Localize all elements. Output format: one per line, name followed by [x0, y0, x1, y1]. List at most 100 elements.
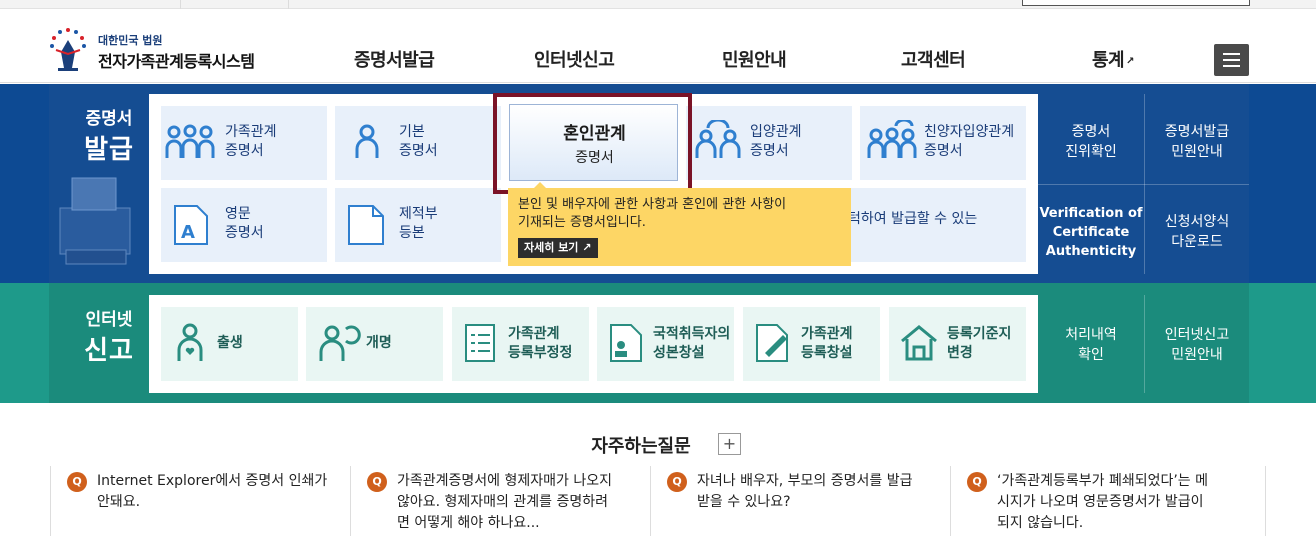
- card-label: 가족관계 등록부정정: [508, 325, 572, 363]
- rename-icon: [319, 325, 361, 361]
- form-download-button[interactable]: 신청서양식다운로드: [1145, 192, 1249, 272]
- faq-more-button[interactable]: +: [718, 433, 741, 455]
- faq-text: 가족관계증명서에 형제자매가 나오지 않아요. 형제자매의 관계를 증명하려 면 어…: [397, 471, 637, 534]
- card-label-line1: 입양관계: [750, 124, 802, 140]
- card-label: 친양자입양관계 증명서: [924, 123, 1014, 161]
- faq-line3: 되지 않습니다.: [997, 515, 1084, 531]
- card-basic-certificate[interactable]: 기본증명서: [335, 106, 501, 180]
- card-adoption[interactable]: 입양관계 증명서: [686, 106, 852, 180]
- faq-title: 자주하는질문: [0, 432, 1316, 458]
- card-label-line1: 등록기준지: [947, 326, 1012, 342]
- search-box[interactable]: [1022, 0, 1250, 6]
- english-doc-icon: A: [174, 205, 208, 245]
- faq-text: ‘가족관계등록부가 폐쇄되었다’는 메시지가 나오며 영문증명서가 발급이되지 …: [997, 471, 1237, 534]
- side-label-line2: 진위확인: [1065, 144, 1117, 160]
- faq-line1: ‘가족관계등록부가 폐쇄되었다’는 메: [997, 473, 1208, 489]
- card-label-line2: 증명서: [225, 225, 264, 241]
- question-badge-icon: Q: [667, 472, 687, 492]
- side-label-line1: 신청서양식: [1164, 214, 1230, 230]
- card-label-line2: 등본: [399, 225, 425, 241]
- card-label-line2: 증명서: [225, 143, 264, 159]
- side-label-line1: Verification of: [1039, 205, 1143, 221]
- card-label-line1: 가족관계: [225, 124, 277, 140]
- faq-line2: 받을 수 있나요?: [697, 494, 791, 510]
- certificate-guide-button[interactable]: 증명서발급민원안내: [1145, 104, 1249, 180]
- side-label-line2: 민원안내: [1171, 144, 1223, 160]
- faq-item[interactable]: Q Internet Explorer에서 증명서 인쇄가 안돼요.: [50, 466, 350, 536]
- faq-line2: 않아요. 형제자매의 관계를 증명하려: [397, 494, 608, 510]
- tooltip-more-button[interactable]: 자세히 보기 ↗: [518, 238, 598, 258]
- card-label-line1: 국적취득자의: [653, 326, 731, 342]
- faq-text: 자녀나 배우자, 부모의 증명서를 발급받을 수 있나요?: [697, 471, 937, 513]
- faq-line2: 안돼요.: [97, 494, 141, 510]
- card-label: 가족관계증명서: [225, 123, 277, 161]
- menu-icon-line: [1223, 65, 1240, 67]
- site-logo[interactable]: 대한민국 법원 전자가족관계등록시스템: [48, 28, 278, 74]
- faq-item[interactable]: Q 가족관계증명서에 형제자매가 나오지 않아요. 형제자매의 관계를 증명하려 면…: [350, 466, 650, 536]
- card-rename[interactable]: 개명: [306, 307, 443, 381]
- card-label-line2: 성본창설: [653, 345, 705, 361]
- verification-button[interactable]: Verification of Certificate Authenticity: [1038, 192, 1144, 272]
- card-label-line1: 영문: [225, 206, 251, 222]
- menu-icon: [1223, 53, 1240, 55]
- nav-customer-center[interactable]: 고객센터: [901, 46, 966, 72]
- authenticity-check-button[interactable]: 증명서 진위확인: [1038, 104, 1144, 180]
- card-full-adoption[interactable]: 친양자입양관계 증명서: [860, 106, 1026, 180]
- question-badge-icon: Q: [67, 472, 87, 492]
- card-label: 등록기준지 변경: [947, 325, 1011, 363]
- highlight-frame: [493, 93, 692, 194]
- card-family-creation[interactable]: 가족관계등록창설: [743, 307, 880, 381]
- tooltip-line1: 본인 및 배우자에 관한 사항과 혼인에 관한 사항이: [518, 197, 787, 212]
- card-label-line2: 등록창설: [801, 345, 853, 361]
- process-history-button[interactable]: 처리내역 확인: [1038, 305, 1144, 385]
- card-naturalized[interactable]: 국적취득자의성본창설: [597, 307, 734, 381]
- menu-icon-line: [1223, 59, 1240, 61]
- side-label-line1: 인터넷신고: [1164, 327, 1230, 343]
- tooltip-more-label: 자세히 보기: [524, 241, 579, 254]
- external-link-icon: ↗: [582, 241, 592, 254]
- card-label-line1: 기본: [399, 124, 425, 140]
- menu-button[interactable]: [1214, 44, 1249, 76]
- side-label-line1: 처리내역: [1065, 327, 1117, 343]
- card-domicile-change[interactable]: 등록기준지 변경: [889, 307, 1026, 381]
- marriage-tooltip: 본인 및 배우자에 관한 사항과 혼인에 관한 사항이 기재되는 증명서입니다. …: [508, 182, 851, 266]
- certificate-section-title: 증명서 발급: [69, 104, 149, 166]
- card-label-line1: 가족관계: [801, 326, 853, 342]
- report-section-title-a: 인터넷: [85, 310, 133, 330]
- partial-description: 턱하여 발급할 수 있는: [848, 211, 978, 227]
- family-adoption-icon: [867, 120, 917, 158]
- court-name: 대한민국 법원: [98, 34, 163, 47]
- card-label: 영문증명서: [225, 205, 264, 243]
- card-family-relation[interactable]: 가족관계증명서: [161, 106, 327, 180]
- side-label-line2: 다운로드: [1171, 234, 1223, 250]
- card-english-certificate[interactable]: A 영문증명서: [161, 188, 327, 262]
- baby-icon: [177, 323, 203, 361]
- faq-item[interactable]: Q ‘가족관계등록부가 폐쇄되었다’는 메 시지가 나오며 영문증명서가 발급이 되…: [950, 466, 1266, 536]
- nav-statistics[interactable]: 통계 ↗: [1092, 46, 1135, 72]
- nav-statistics-label: 통계: [1092, 50, 1125, 71]
- card-label: 입양관계 증명서: [750, 123, 802, 161]
- card-label: 기본증명서: [399, 123, 438, 161]
- adoption-icon: [695, 120, 741, 158]
- faq-line2: 시지가 나오며 영문증명서가 발급이: [997, 494, 1204, 510]
- external-link-icon: ↗: [1126, 55, 1135, 67]
- card-label: 국적취득자의성본창설: [653, 325, 730, 363]
- nav-internet-report[interactable]: 인터넷신고: [534, 46, 615, 72]
- card-label: 제적부 등본: [399, 205, 438, 243]
- nav-certificate[interactable]: 증명서발급: [354, 46, 435, 72]
- court-emblem-icon: [50, 28, 86, 71]
- card-removed-register[interactable]: 제적부 등본: [335, 188, 501, 262]
- card-label: 출생: [217, 335, 243, 351]
- faq-line1: 자녀나 배우자, 부모의 증명서를 발급: [697, 473, 913, 489]
- side-label-line1: 증명서발급: [1164, 124, 1230, 140]
- person-icon: [355, 124, 379, 158]
- report-section-title: 인터넷 신고: [69, 305, 149, 367]
- card-correction[interactable]: 가족관계 등록부정정: [452, 307, 589, 381]
- report-guide-button[interactable]: 인터넷신고민원안내: [1145, 305, 1249, 385]
- card-birth[interactable]: 출생: [161, 307, 298, 381]
- certificate-section-title-b: 발급: [84, 135, 134, 165]
- faq-item[interactable]: Q 자녀나 배우자, 부모의 증명서를 발급받을 수 있나요?: [650, 466, 950, 536]
- card-label-line2: 증명서: [399, 143, 438, 159]
- nav-civil-guide[interactable]: 민원안내: [722, 46, 787, 72]
- side-label-line2: 민원안내: [1171, 347, 1223, 363]
